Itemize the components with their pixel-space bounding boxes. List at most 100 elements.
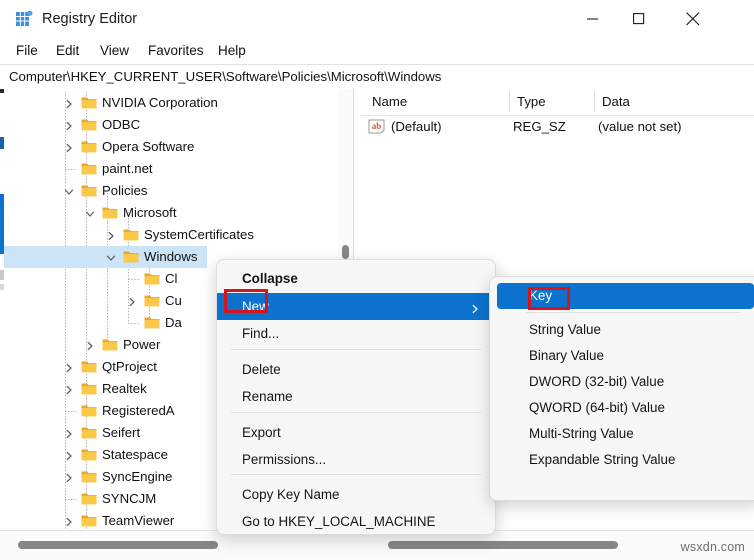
- context-menu[interactable]: Collapse New Find... Delete Rename ExportPerm…: [216, 259, 496, 535]
- tree-item-odbc[interactable]: ODBC: [0, 114, 353, 136]
- context-menu-item-copy-key-name[interactable]: Copy Key Name: [217, 481, 495, 508]
- context-menu-item-label: Collapse: [242, 269, 298, 288]
- tree-item-nvidia-corporation[interactable]: NVIDIA Corporation: [0, 92, 353, 114]
- column-header-type[interactable]: Type: [509, 89, 602, 115]
- submenu-item-multi-string-value[interactable]: Multi-String Value: [490, 421, 754, 447]
- folder-icon: [81, 184, 97, 197]
- menu-edit[interactable]: Edit: [50, 38, 85, 64]
- context-menu-item-rename[interactable]: Rename: [217, 383, 495, 410]
- submenu-item-expandable-string-value[interactable]: Expandable String Value: [490, 447, 754, 473]
- tree-item-label: QtProject: [102, 358, 157, 376]
- close-button[interactable]: [670, 0, 716, 38]
- tree-item-microsoft[interactable]: Microsoft: [0, 202, 353, 224]
- chevron-right-icon[interactable]: [63, 383, 75, 395]
- context-menu-item-permissions[interactable]: Permissions...: [217, 446, 495, 473]
- folder-icon: [81, 426, 97, 439]
- chevron-right-icon[interactable]: [63, 449, 75, 461]
- watermark: wsxdn.com: [681, 540, 745, 554]
- address-bar[interactable]: Computer\HKEY_CURRENT_USER\Software\Poli…: [0, 64, 754, 90]
- folder-icon: [81, 404, 97, 417]
- context-menu-item-find[interactable]: Find...: [217, 320, 495, 347]
- context-menu-item-delete[interactable]: Delete: [217, 356, 495, 383]
- tree-vscroll-thumb[interactable]: [342, 245, 349, 259]
- tree-item-label: Statespace: [102, 446, 168, 464]
- tree-item-label: NVIDIA Corporation: [102, 94, 218, 112]
- tree-item-label: Cu: [165, 292, 182, 310]
- folder-icon: [102, 338, 118, 351]
- tree-hscroll-thumb[interactable]: [18, 541, 218, 549]
- tree-item-systemcertificates[interactable]: SystemCertificates: [0, 224, 353, 246]
- submenu-item-dword-32-bit-value[interactable]: DWORD (32-bit) Value: [490, 369, 754, 395]
- list-hscroll-thumb[interactable]: [388, 541, 618, 549]
- registry-path: Computer\HKEY_CURRENT_USER\Software\Poli…: [9, 68, 441, 86]
- outer-tree-scroll-thumb[interactable]: [0, 194, 4, 254]
- tree-item-label: Microsoft: [123, 204, 177, 222]
- tree-item-label: RegisteredA: [102, 402, 175, 420]
- chevron-right-icon[interactable]: [126, 295, 138, 307]
- registry-editor-window: Registry Editor File Edit View Favorites…: [0, 0, 754, 559]
- tree-item-label: Opera Software: [102, 138, 194, 156]
- chevron-right-icon: [469, 302, 481, 320]
- chevron-right-icon[interactable]: [63, 119, 75, 131]
- window-title: Registry Editor: [42, 9, 137, 29]
- tree-item-label: Power: [123, 336, 160, 354]
- context-menu-item-export[interactable]: Export: [217, 419, 495, 446]
- chevron-down-icon[interactable]: [63, 185, 75, 197]
- submenu-item-label: String Value: [529, 320, 601, 339]
- folder-icon: [81, 448, 97, 461]
- folder-icon: [81, 162, 97, 175]
- context-menu-item-label: Delete: [242, 360, 281, 379]
- context-menu-item-new[interactable]: New: [217, 293, 495, 320]
- submenu-item-binary-value[interactable]: Binary Value: [490, 343, 754, 369]
- tree-item-policies[interactable]: Policies: [0, 180, 353, 202]
- column-header-name[interactable]: Name: [364, 89, 517, 115]
- menu-favorites[interactable]: Favorites: [142, 38, 210, 64]
- menu-separator: [231, 412, 481, 413]
- submenu-item-label: Expandable String Value: [529, 450, 675, 469]
- chevron-right-icon[interactable]: [63, 471, 75, 483]
- submenu-item-qword-64-bit-value[interactable]: QWORD (64-bit) Value: [490, 395, 754, 421]
- context-menu-item-collapse[interactable]: Collapse: [217, 265, 495, 292]
- submenu-item-key[interactable]: Key: [497, 283, 754, 309]
- tree-item-label: SyncEngine: [102, 468, 172, 486]
- menu-view[interactable]: View: [94, 38, 135, 64]
- submenu-item-string-value[interactable]: String Value: [490, 317, 754, 343]
- tree-item-label: paint.net: [102, 160, 153, 178]
- chevron-right-icon[interactable]: [63, 97, 75, 109]
- chevron-right-icon[interactable]: [84, 339, 96, 351]
- tree-item-label: SystemCertificates: [144, 226, 254, 244]
- submenu-item-label: QWORD (64-bit) Value: [529, 398, 665, 417]
- chevron-right-icon[interactable]: [63, 515, 75, 527]
- tree-item-label: Windows: [144, 248, 198, 266]
- column-header-data[interactable]: Data: [594, 89, 754, 115]
- menu-help[interactable]: Help: [212, 38, 252, 64]
- tree-item-paint-net[interactable]: paint.net: [0, 158, 353, 180]
- folder-icon: [144, 316, 160, 329]
- chevron-right-icon[interactable]: [63, 141, 75, 153]
- minimize-button[interactable]: [570, 0, 616, 38]
- tree-item-label: Seifert: [102, 424, 140, 442]
- menu-separator: [231, 349, 481, 350]
- folder-icon: [81, 360, 97, 373]
- new-submenu[interactable]: Key String Value Binary Value DWORD (32-bit…: [489, 276, 754, 501]
- context-menu-item-go-to-hkey-local-machine[interactable]: Go to HKEY_LOCAL_MACHINE: [217, 508, 495, 535]
- chevron-right-icon[interactable]: [63, 361, 75, 373]
- table-row[interactable]: ab (Default) REG_SZ (value not set): [360, 115, 754, 139]
- submenu-item-label: Key: [529, 286, 552, 305]
- tree-guide-elbow: [128, 323, 140, 324]
- tree-guide-elbow: [65, 411, 77, 412]
- menu-file[interactable]: File: [10, 38, 44, 64]
- context-menu-item-label: Find...: [242, 324, 279, 343]
- submenu-item-label: DWORD (32-bit) Value: [529, 372, 664, 391]
- chevron-down-icon[interactable]: [84, 207, 96, 219]
- maximize-button[interactable]: [616, 0, 662, 38]
- chevron-down-icon[interactable]: [105, 251, 117, 263]
- context-menu-item-label: New: [242, 297, 269, 316]
- folder-icon: [81, 118, 97, 131]
- tree-item-windows[interactable]: Windows: [0, 246, 207, 268]
- chevron-right-icon[interactable]: [105, 229, 117, 241]
- chevron-right-icon[interactable]: [63, 427, 75, 439]
- tree-item-opera-software[interactable]: Opera Software: [0, 136, 353, 158]
- tree-item-label: TeamViewer: [102, 512, 174, 530]
- outer-tree-scrollbar[interactable]: [0, 89, 4, 530]
